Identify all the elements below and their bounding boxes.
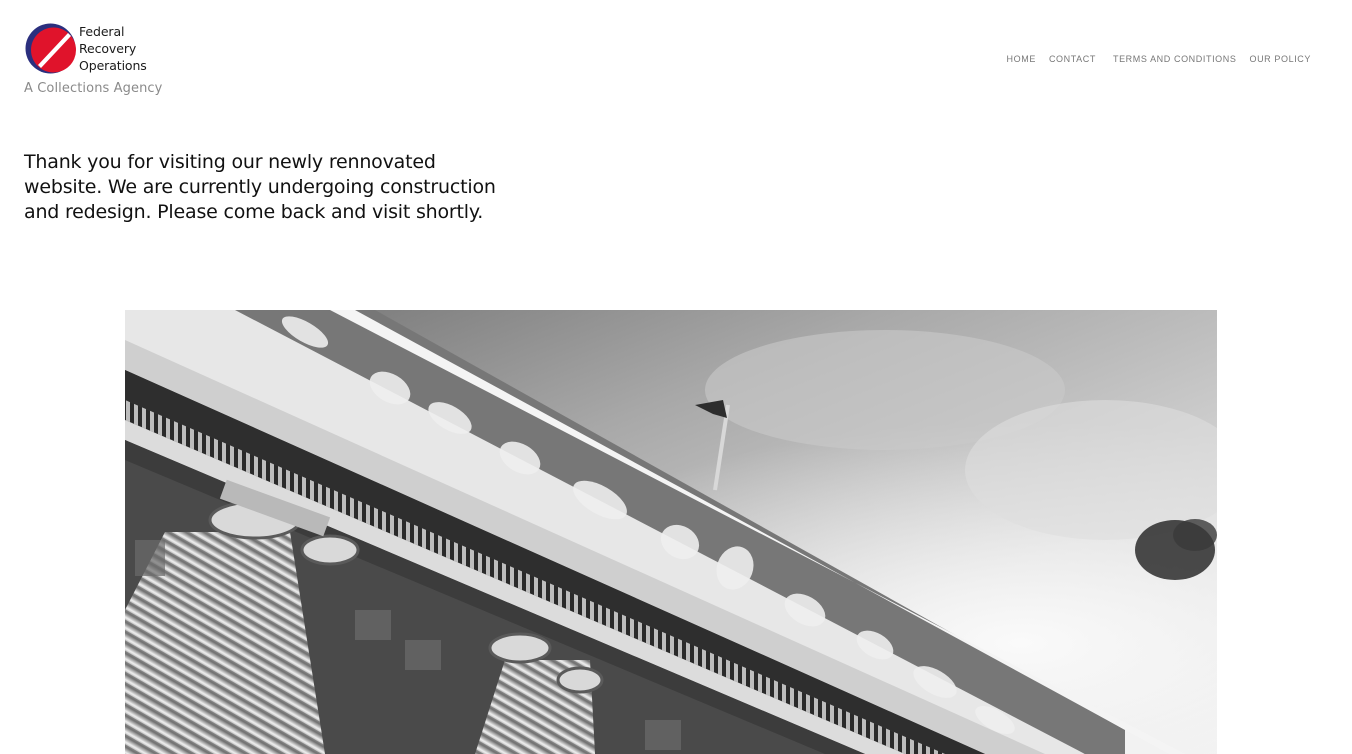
circle-slash-logo-icon[interactable] — [24, 22, 77, 75]
courthouse-photo — [125, 310, 1217, 754]
brand-name-line-2: Recovery — [79, 41, 137, 56]
top-navigation: HOME CONTACT TERMS AND CONDITIONS OUR PO… — [1007, 54, 1311, 64]
nav-terms-link[interactable]: TERMS AND CONDITIONS — [1113, 54, 1237, 64]
brand-tagline: A Collections Agency — [24, 81, 163, 96]
hero-image — [125, 310, 1217, 754]
logo-row[interactable]: Federal Recovery Operations — [24, 22, 194, 75]
nav-contact-link[interactable]: CONTACT — [1049, 54, 1096, 64]
brand-logo[interactable]: Federal Recovery Operations A Collection… — [24, 22, 194, 96]
brand-name[interactable]: Federal Recovery Operations — [79, 23, 147, 74]
page: Federal Recovery Operations A Collection… — [0, 0, 1352, 754]
nav-home-link[interactable]: HOME — [1007, 54, 1036, 64]
nav-policy-link[interactable]: OUR POLICY — [1249, 54, 1311, 64]
construction-notice: Thank you for visiting our newly rennova… — [24, 151, 496, 223]
brand-name-line-1: Federal — [79, 24, 125, 39]
brand-name-line-3: Operations — [79, 58, 147, 73]
